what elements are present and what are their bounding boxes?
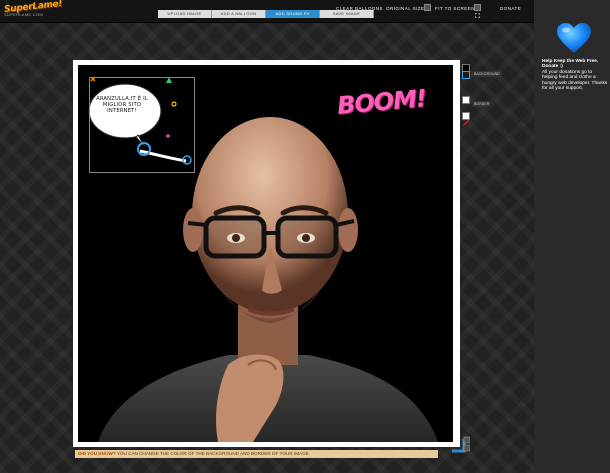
donate-title: Help Keep the Web Free. Donate :) <box>542 59 599 70</box>
app-logo[interactable]: SuperLame! SUPERLAME.COM <box>4 0 63 17</box>
tip-bar: DID YOU KNOW? YOU CAN CHANGE THE COLOR O… <box>75 450 438 458</box>
donate-link[interactable]: DONATE <box>500 6 521 11</box>
heart-icon[interactable] <box>556 22 592 59</box>
tab-add-sound-fx[interactable]: ADD SOUND FX <box>266 10 320 18</box>
background-color-swatch-2[interactable] <box>462 71 470 79</box>
no-border-swatch[interactable] <box>462 112 470 127</box>
background-label: BACKGROUND <box>472 71 502 77</box>
resize-handle-icon[interactable] <box>450 435 471 453</box>
tip-prefix: DID YOU KNOW? <box>78 451 116 456</box>
tab-add-balloon[interactable]: ADD A BALLOON <box>212 10 266 18</box>
top-bar: SuperLame! SUPERLAME.COM CLEAR BALLOONS … <box>0 0 534 23</box>
balloon-selection-box <box>89 77 195 173</box>
tab-save-image[interactable]: SAVE IMAGE <box>320 10 374 18</box>
original-size-icon[interactable] <box>424 4 431 11</box>
balloon-text[interactable]: ARANZULLA.IT È IL MIGLIOR SITO INTERNET! <box>92 96 152 115</box>
no-border-icon <box>462 119 470 127</box>
donate-body: All your donations go to helping feed an… <box>542 69 608 92</box>
tip-text: YOU CAN CHANGE THE COLOR OF THE BACKGROU… <box>116 451 311 456</box>
fit-to-screen-button[interactable]: FIT TO SCREEN <box>435 6 475 11</box>
tab-upload-image[interactable]: UPLOAD IMAGE <box>158 10 212 18</box>
original-size-button[interactable]: ORIGINAL SIZE <box>386 6 424 11</box>
border-label: BORDER <box>472 101 492 107</box>
fit-screen-icon[interactable] <box>474 4 481 19</box>
tool-tabs: UPLOAD IMAGE ADD A BALLOON ADD SOUND FX … <box>158 10 374 18</box>
border-color-swatch[interactable] <box>462 96 470 104</box>
donate-message: Help Keep the Web Free. Donate :) All yo… <box>542 59 608 91</box>
